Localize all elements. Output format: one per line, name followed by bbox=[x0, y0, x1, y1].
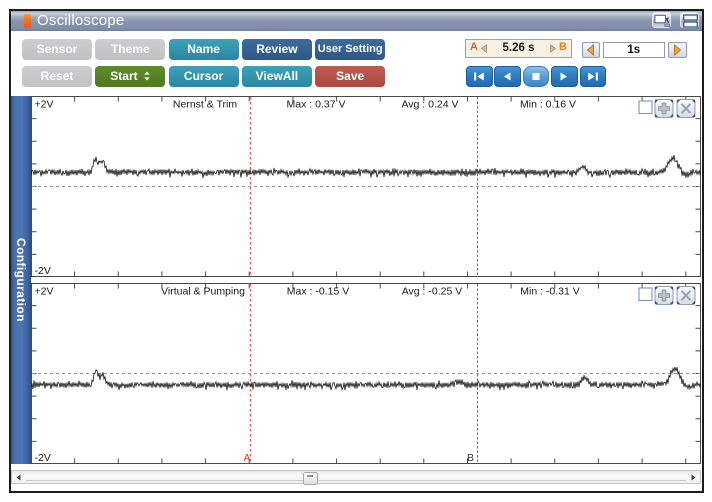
svg-text:Virtual & Pumping: Virtual & Pumping bbox=[161, 286, 245, 298]
svg-text:Min : -0.31 V: Min : -0.31 V bbox=[520, 286, 580, 298]
svg-text:Avg : -0.25 V: Avg : -0.25 V bbox=[402, 286, 463, 298]
svg-text:-2V: -2V bbox=[35, 452, 51, 464]
svg-text:Max : 0.37 V: Max : 0.37 V bbox=[287, 99, 346, 111]
svg-text:-2V: -2V bbox=[35, 265, 51, 277]
svg-text:B: B bbox=[467, 452, 474, 464]
svg-text:+2V: +2V bbox=[35, 99, 54, 111]
svg-text:A: A bbox=[243, 452, 250, 464]
svg-text:Min : 0.16 V: Min : 0.16 V bbox=[520, 99, 576, 111]
svg-text:Nernst & Trim: Nernst & Trim bbox=[173, 99, 237, 111]
svg-text:Avg : 0.24 V: Avg : 0.24 V bbox=[401, 99, 458, 111]
svg-text:+2V: +2V bbox=[35, 286, 54, 298]
svg-text:Max : -0.15 V: Max : -0.15 V bbox=[287, 286, 349, 298]
